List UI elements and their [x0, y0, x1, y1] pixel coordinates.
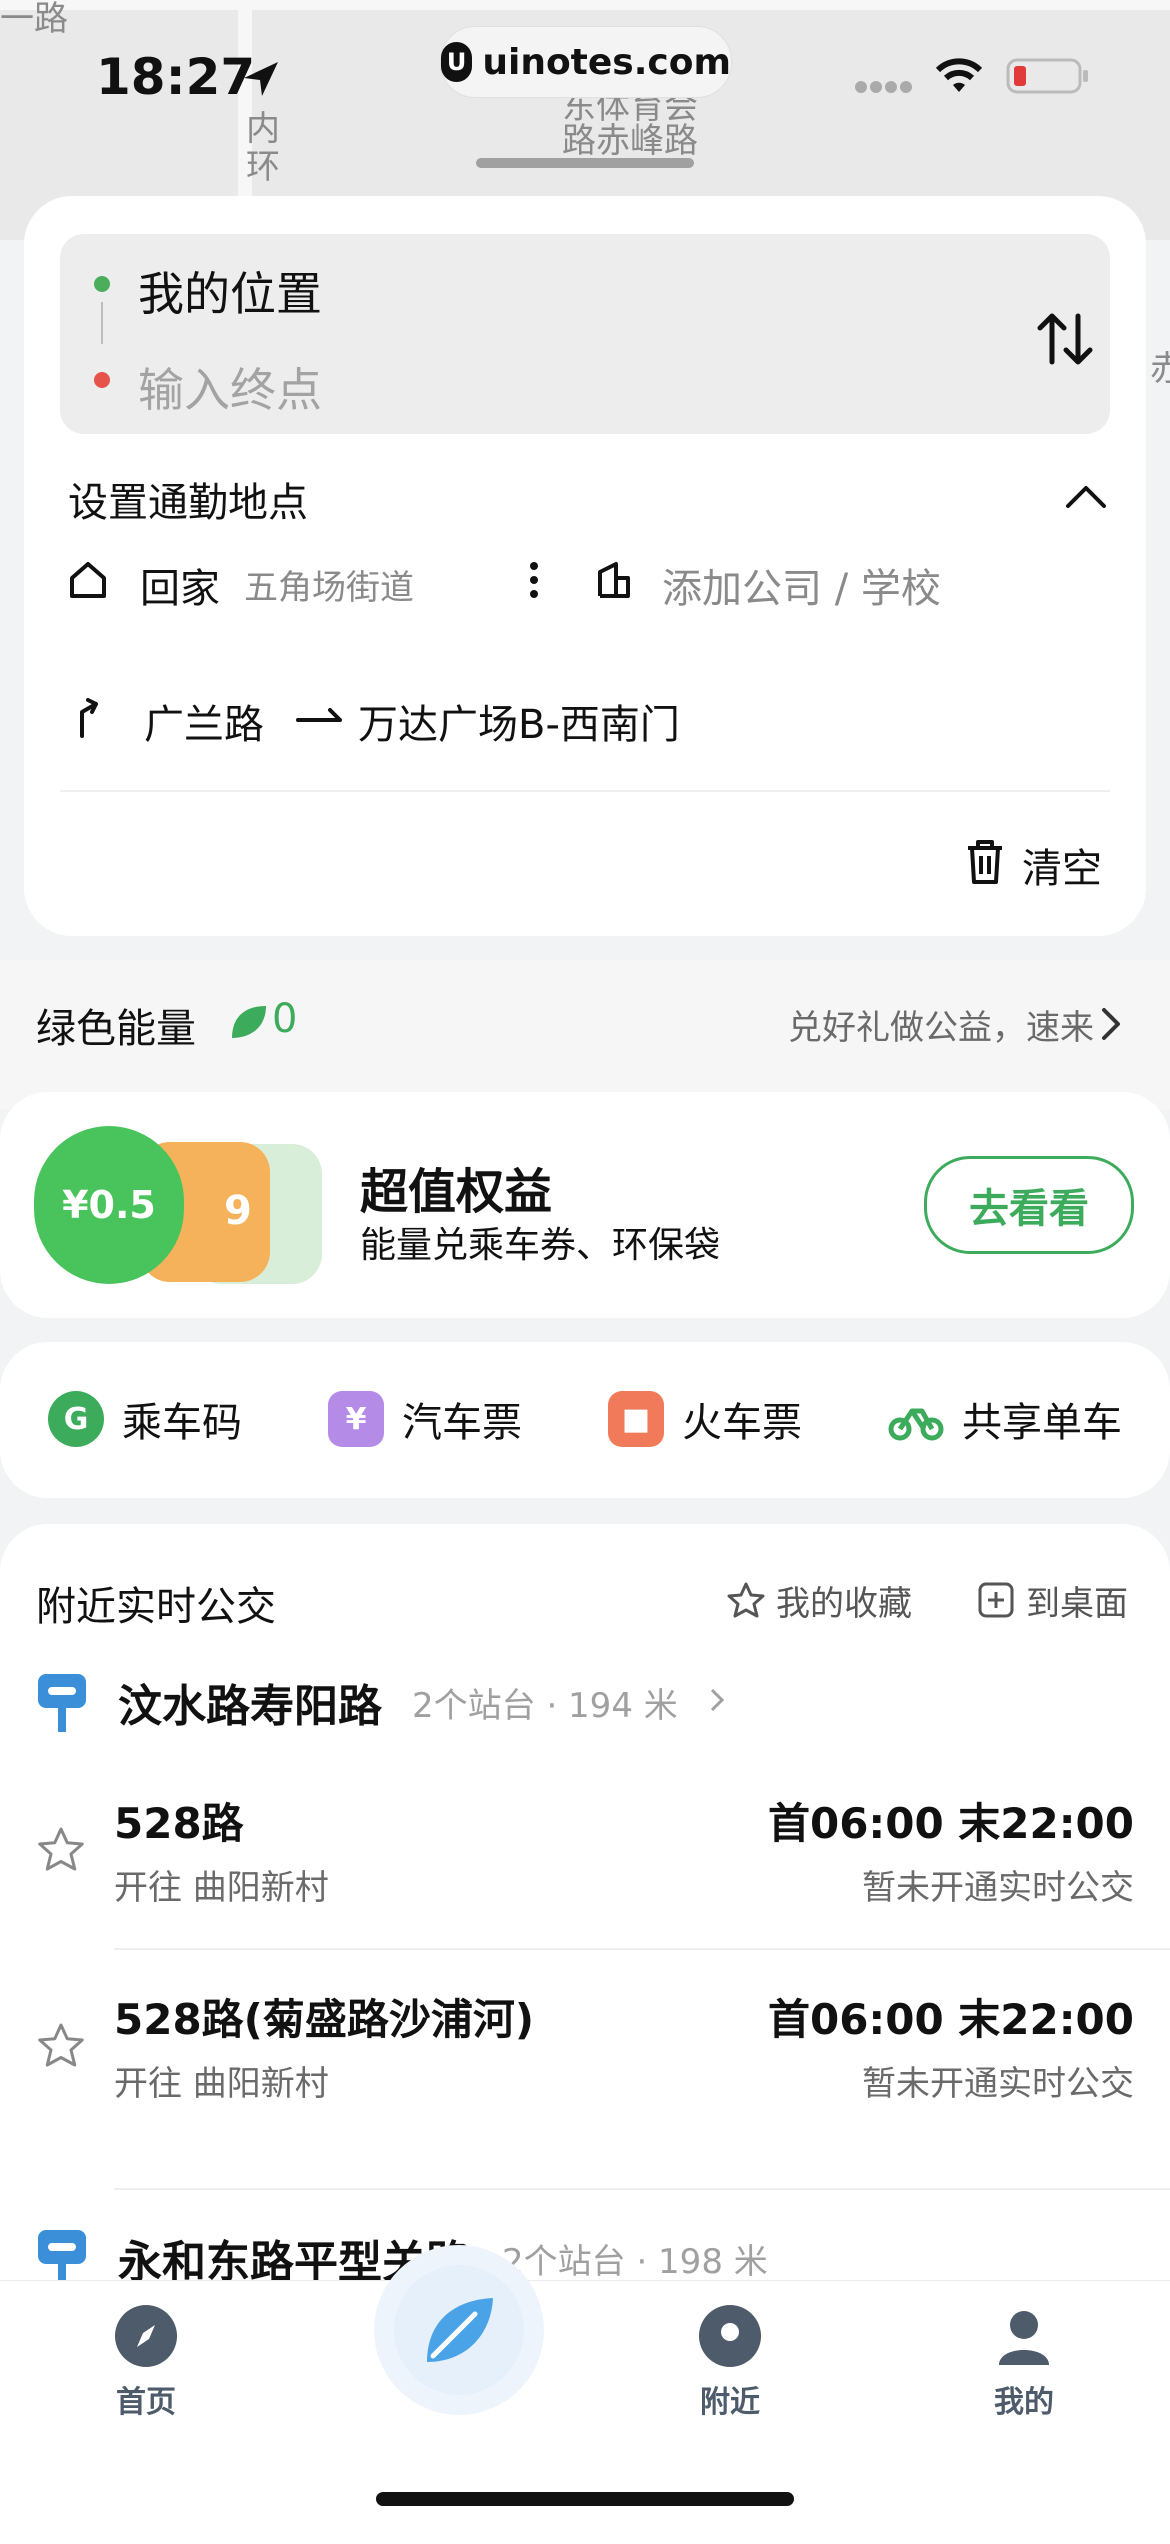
chevron-right-icon[interactable]	[1100, 1006, 1122, 1042]
energy-title: 绿色能量	[36, 1006, 196, 1052]
promo-illustration: 9 ¥0.5	[34, 1126, 344, 1286]
leaf-icon	[427, 2298, 493, 2362]
green-energy-strip[interactable]: 绿色能量 0 兑好礼做公益，速来	[0, 960, 1170, 1110]
favorites-link[interactable]: 我的收藏	[776, 1576, 912, 1625]
star-outline-icon[interactable]	[726, 1580, 766, 1620]
divider	[114, 2188, 1170, 2190]
quick-bus-ticket[interactable]: ¥ 汽车票	[328, 1390, 522, 1448]
ticket-green: ¥0.5	[34, 1126, 184, 1284]
promo-card[interactable]: 9 ¥0.5 超值权益 能量兑乘车券、环保袋 去看看	[0, 1092, 1170, 1318]
site-text: uinotes.com	[482, 41, 731, 83]
map-label: 赤	[1150, 349, 1170, 389]
to-desktop-link[interactable]: 到桌面	[1026, 1576, 1128, 1625]
bus-line-status: 暂未开通实时公交	[862, 2064, 1134, 2104]
quick-ride-code[interactable]: G 乘车码	[48, 1390, 242, 1448]
quick-label: 乘车码	[122, 1400, 242, 1446]
bus-ticket-icon: ¥	[328, 1391, 384, 1447]
divider	[114, 1948, 1170, 1950]
quick-label: 汽车票	[402, 1400, 522, 1446]
route-turn-icon	[80, 698, 98, 738]
wifi-icon	[935, 58, 983, 92]
bus-line-times: 首06:00 末22:00	[767, 1799, 1134, 1848]
tab-home[interactable]: 首页	[76, 2305, 216, 2421]
bus-line-name[interactable]: 528路	[114, 1790, 244, 1851]
tab-nearby[interactable]: 附近	[660, 2305, 800, 2421]
home-indicator	[376, 2492, 794, 2506]
clear-button[interactable]: 清空	[1022, 836, 1102, 894]
bus-line-status: 暂未开通实时公交	[862, 1868, 1134, 1908]
home-label[interactable]: 回家	[140, 556, 220, 614]
tab-label: 首页	[116, 2385, 176, 2420]
start-field[interactable]: 我的位置	[138, 258, 322, 324]
location-arrow-icon	[244, 62, 278, 96]
chevron-up-icon[interactable]	[1064, 482, 1108, 512]
promo-title: 超值权益	[360, 1164, 553, 1220]
bus-line-direction: 开往 曲阳新村	[114, 1868, 329, 1908]
commute-title: 设置通勤地点	[68, 480, 308, 526]
add-to-desktop-icon[interactable]	[976, 1580, 1016, 1620]
history-from[interactable]: 广兰路	[144, 692, 264, 750]
route-card: 我的位置 输入终点 设置通勤地点 回家 五角场街道 添加公司 / 学校 广兰路 …	[24, 196, 1146, 936]
status-bar: 18:27 U uinotes.com	[0, 0, 1170, 168]
status-time: 18:27	[96, 48, 256, 106]
start-dot	[94, 276, 110, 292]
compass-icon	[115, 2305, 177, 2367]
energy-cta[interactable]: 兑好礼做公益，速来	[788, 1000, 1094, 1049]
quick-actions: G 乘车码 ¥ 汽车票 ■ 火车票 共享单车	[0, 1342, 1170, 1498]
trash-icon[interactable]	[964, 838, 1006, 886]
train-icon: ■	[608, 1391, 664, 1447]
bus-line-times: 首06:00 末22:00	[767, 1995, 1134, 2044]
end-dot	[94, 372, 110, 388]
tab-label: 附近	[700, 2385, 760, 2420]
map-pin-icon	[699, 2305, 761, 2367]
stop-meta[interactable]: 2个站台 · 198 米	[502, 2234, 768, 2283]
map-label: 环	[246, 147, 280, 187]
center-leaf-button[interactable]	[374, 2245, 544, 2415]
tab-label: 我的	[994, 2385, 1054, 2420]
site-pill: U uinotes.com	[440, 26, 732, 98]
promo-subtitle: 能量兑乘车券、环保袋	[360, 1225, 721, 1266]
sheet-grabber[interactable]	[476, 158, 694, 168]
quick-bike-share[interactable]: 共享单车	[888, 1390, 1122, 1448]
quick-label: 共享单车	[962, 1400, 1122, 1446]
route-inputs: 我的位置 输入终点	[60, 234, 1110, 434]
battery-icon	[1006, 58, 1088, 94]
star-outline-icon[interactable]	[36, 2020, 86, 2070]
promo-button[interactable]: 去看看	[924, 1156, 1134, 1254]
divider	[60, 790, 1110, 792]
stop-meta[interactable]: 2个站台 · 194 米	[412, 1678, 678, 1727]
bus-line-direction: 开往 曲阳新村	[114, 2064, 329, 2104]
more-vertical-icon[interactable]	[528, 560, 540, 600]
home-value[interactable]: 五角场街道	[244, 560, 414, 609]
bicycle-icon	[888, 1408, 944, 1441]
add-work-button[interactable]: 添加公司 / 学校	[662, 556, 941, 614]
tab-mine[interactable]: 我的	[954, 2305, 1094, 2421]
end-field[interactable]: 输入终点	[138, 354, 322, 420]
bus-line-name[interactable]: 528路(菊盛路沙浦河)	[114, 1986, 534, 2047]
site-logo-icon: U	[441, 42, 473, 82]
energy-value: 0	[272, 996, 298, 1042]
user-icon	[993, 2305, 1055, 2367]
star-outline-icon[interactable]	[36, 1824, 86, 1874]
quick-label: 火车票	[682, 1400, 802, 1446]
route-connector	[101, 302, 103, 344]
home-icon	[70, 562, 106, 598]
quick-train-ticket[interactable]: ■ 火车票	[608, 1390, 802, 1448]
ticket-orange-label: 9	[224, 1188, 252, 1234]
nearby-title: 附近实时公交	[36, 1584, 276, 1630]
swap-icon[interactable]	[1030, 304, 1100, 374]
signal-icon	[855, 81, 912, 93]
ride-code-icon: G	[48, 1391, 104, 1447]
stop-name[interactable]: 汶水路寿阳路	[118, 1670, 382, 1734]
chevron-right-icon[interactable]	[710, 1688, 724, 1712]
history-to[interactable]: 万达广场B-西南门	[358, 692, 680, 750]
building-icon	[598, 562, 630, 598]
arrow-right-icon	[296, 708, 342, 722]
bus-stop-icon	[38, 1674, 86, 1732]
leaf-icon	[232, 1006, 266, 1038]
